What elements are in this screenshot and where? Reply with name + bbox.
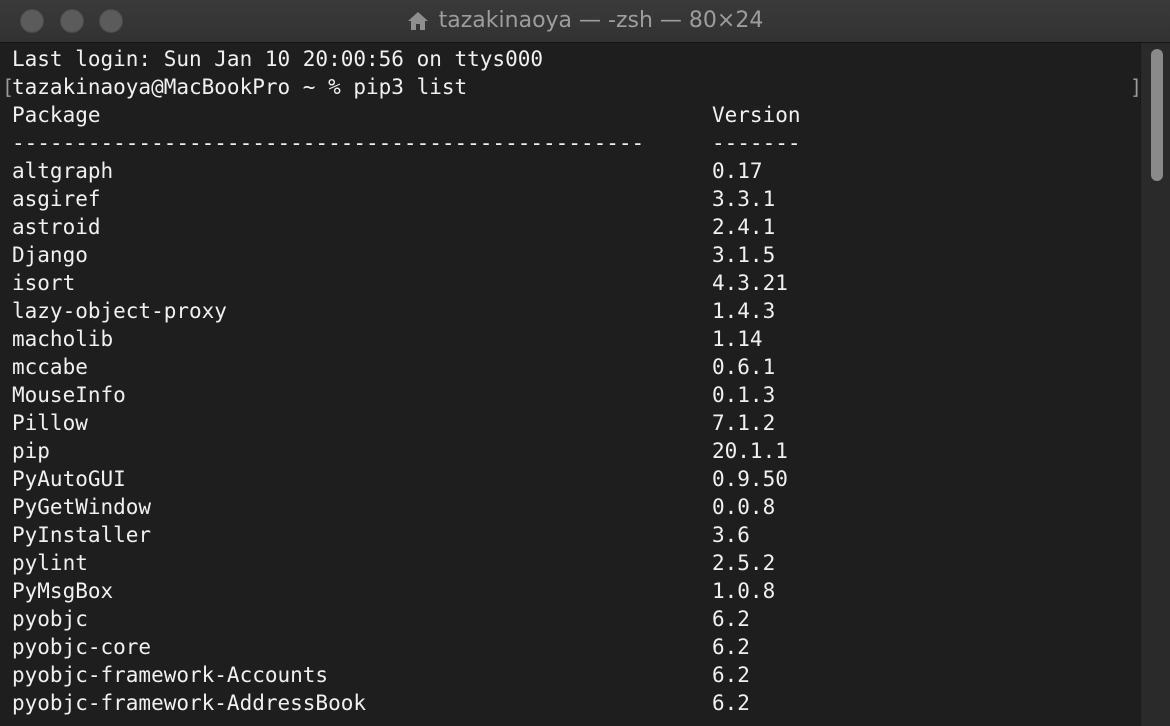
package-version: 1.0.8 <box>712 579 776 603</box>
package-version: 6.2 <box>712 607 750 631</box>
package-name: PyAutoGUI <box>12 467 126 491</box>
terminal-output[interactable]: Last login: Sun Jan 10 20:00:56 on ttys0… <box>0 43 1140 726</box>
package-version: 0.6.1 <box>712 355 776 379</box>
package-name: Pillow <box>12 411 88 435</box>
package-name: pip <box>12 439 50 463</box>
scrollbar[interactable] <box>1140 43 1170 726</box>
package-name: macholib <box>12 327 114 351</box>
package-version: 2.4.1 <box>712 215 776 239</box>
package-version: 1.14 <box>712 327 763 351</box>
package-version: 7.1.2 <box>712 411 776 435</box>
separator-version: ------- <box>712 131 801 155</box>
package-name: MouseInfo <box>12 383 126 407</box>
package-version: 6.2 <box>712 691 750 715</box>
package-name: altgraph <box>12 159 114 183</box>
header-version: Version <box>712 103 801 127</box>
package-name: mccabe <box>12 355 88 379</box>
package-name: PyGetWindow <box>12 495 152 519</box>
scrollbar-thumb[interactable] <box>1151 49 1163 181</box>
package-name: PyMsgBox <box>12 579 114 603</box>
package-version: 0.1.3 <box>712 383 776 407</box>
package-name: PyInstaller <box>12 523 152 547</box>
package-version: 0.9.50 <box>712 467 788 491</box>
window-title: tazakinaoya — -zsh — 80×24 <box>438 8 764 33</box>
window-title-group: tazakinaoya — -zsh — 80×24 <box>0 8 1170 33</box>
prompt-mark-right: ] <box>1130 73 1140 101</box>
package-version: 6.2 <box>712 635 750 659</box>
title-bar[interactable]: tazakinaoya — -zsh — 80×24 <box>0 0 1170 43</box>
login-line: Last login: Sun Jan 10 20:00:56 on ttys0… <box>12 47 544 71</box>
package-version: 20.1.1 <box>712 439 788 463</box>
package-name: isort <box>12 271 76 295</box>
prompt-line: tazakinaoya@MacBookPro ~ % pip3 list <box>12 75 468 99</box>
package-version: 0.17 <box>712 159 763 183</box>
package-version: 1.4.3 <box>712 299 776 323</box>
package-name: Django <box>12 243 88 267</box>
package-version: 6.2 <box>712 663 750 687</box>
package-version: 3.3.1 <box>712 187 776 211</box>
package-name: pyobjc-core <box>12 635 152 659</box>
header-package: Package <box>12 103 101 127</box>
package-name: astroid <box>12 215 101 239</box>
package-version: 2.5.2 <box>712 551 776 575</box>
separator-package: ----------------------------------------… <box>12 131 645 155</box>
home-icon <box>407 11 429 31</box>
package-name: lazy-object-proxy <box>12 299 227 323</box>
package-version: 4.3.21 <box>712 271 788 295</box>
package-version: 0.0.8 <box>712 495 776 519</box>
package-name: pylint <box>12 551 88 575</box>
package-name: asgiref <box>12 187 101 211</box>
package-name: pyobjc-framework-AddressBook <box>12 691 367 715</box>
package-version: 3.1.5 <box>712 243 776 267</box>
terminal-window: tazakinaoya — -zsh — 80×24 Last login: S… <box>0 0 1170 726</box>
package-name: pyobjc-framework-Accounts <box>12 663 329 687</box>
package-version: 3.6 <box>712 523 750 547</box>
package-name: pyobjc <box>12 607 88 631</box>
